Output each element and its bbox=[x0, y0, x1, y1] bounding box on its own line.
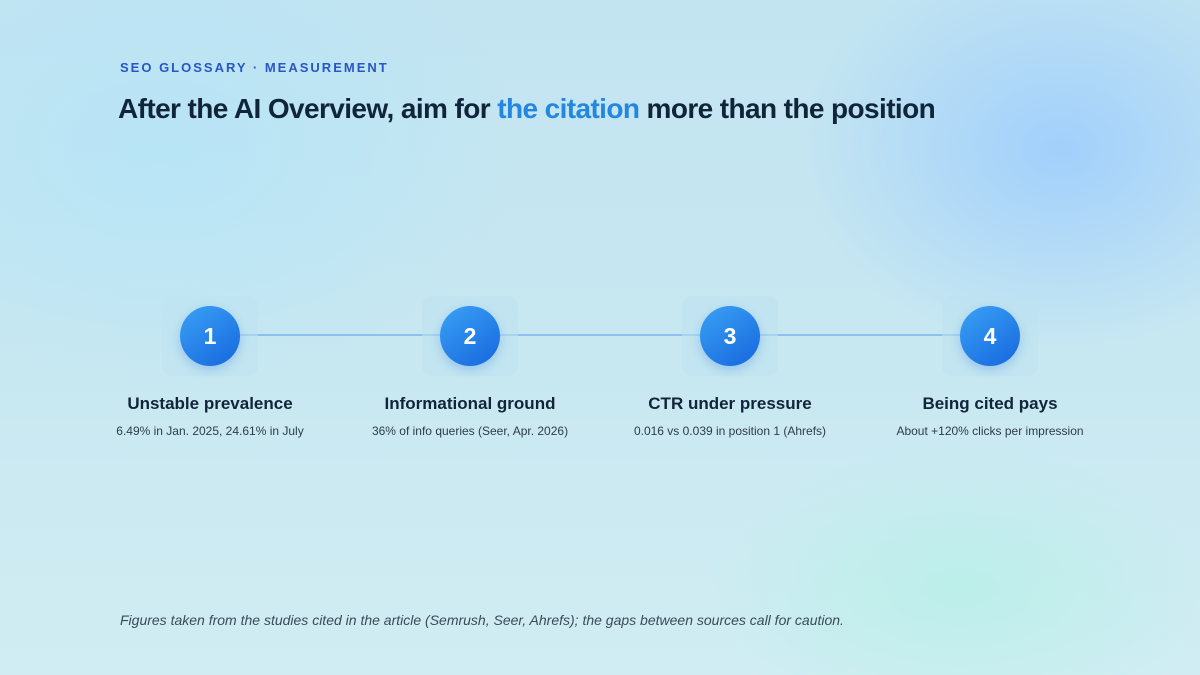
step-title: CTR under pressure bbox=[648, 394, 812, 413]
title-tail: more than the position bbox=[639, 93, 936, 124]
step-description: 36% of info queries (Seer, Apr. 2026) bbox=[371, 424, 569, 438]
page-title: After the AI Overview, aim for the citat… bbox=[118, 93, 936, 125]
kicker-label: SEO GLOSSARY · MEASUREMENT bbox=[120, 60, 389, 75]
step-description: 6.49% in Jan. 2025, 24.61% in July bbox=[116, 424, 304, 438]
step-3: 3 CTR under pressure 0.016 vs 0.039 in p… bbox=[600, 296, 860, 438]
step-number-badge: 1 bbox=[180, 306, 240, 366]
title-accent: the citation bbox=[497, 93, 640, 124]
step-title: Informational ground bbox=[384, 394, 556, 413]
step-number-badge: 4 bbox=[960, 306, 1020, 366]
step-description: About +120% clicks per impression bbox=[896, 424, 1084, 438]
step-title: Being cited pays bbox=[922, 394, 1058, 413]
step-title: Unstable prevalence bbox=[127, 394, 293, 413]
step-2: 2 Informational ground 36% of info queri… bbox=[340, 296, 600, 438]
step-number-badge: 3 bbox=[700, 306, 760, 366]
title-lead: After the AI Overview, aim for bbox=[118, 93, 498, 124]
step-4: 4 Being cited pays About +120% clicks pe… bbox=[860, 296, 1120, 438]
step-description: 0.016 vs 0.039 in position 1 (Ahrefs) bbox=[633, 424, 827, 438]
footnote: Figures taken from the studies cited in … bbox=[120, 612, 844, 628]
step-number-badge: 2 bbox=[440, 306, 500, 366]
step-1: 1 Unstable prevalence 6.49% in Jan. 2025… bbox=[80, 296, 340, 438]
